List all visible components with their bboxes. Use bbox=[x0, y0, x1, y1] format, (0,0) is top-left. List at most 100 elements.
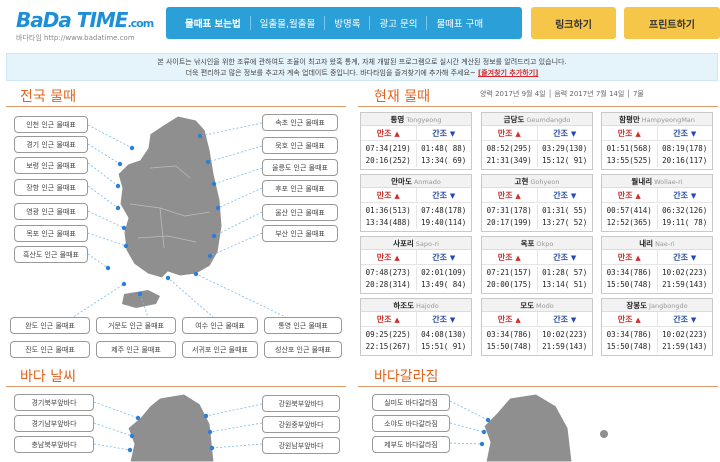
tide-button-ulsan[interactable]: 울산 인근 물때표 bbox=[262, 204, 338, 221]
tide-button-heuksando[interactable]: 흑산도 인근 물때표 bbox=[14, 246, 88, 263]
up-arrow-icon: ▲ bbox=[515, 192, 521, 200]
low-tide-time: 10:02(223) bbox=[662, 268, 708, 277]
tide-row: 13:55(525) 20:16(117) bbox=[602, 155, 712, 167]
low-tide-time: 20:16(117) bbox=[662, 156, 708, 165]
main-nav: 물때표 보는법 일출몰,월출몰 방명록 광고 문의 물때표 구매 bbox=[166, 7, 522, 39]
weather-button-gangwon-north[interactable]: 강원북부앞바다 bbox=[262, 395, 340, 412]
tide-button-janghang[interactable]: 장항 인근 물때표 bbox=[14, 179, 88, 196]
nav-item-guestbook[interactable]: 방명록 bbox=[324, 16, 369, 30]
tide-row: 03:34(786) 10:02(223) bbox=[602, 329, 712, 341]
up-arrow-icon: ▲ bbox=[515, 254, 521, 262]
nav-item-ad-inquiry[interactable]: 광고 문의 bbox=[369, 16, 426, 30]
high-tide-label: 만조 bbox=[497, 191, 513, 200]
tide-location-name: 옥포 bbox=[520, 239, 535, 248]
nav-item-purchase[interactable]: 물때표 구매 bbox=[426, 16, 492, 30]
tide-button-mukho[interactable]: 묵호 인근 물때표 bbox=[262, 137, 338, 154]
tide-location-en: Nae-ri bbox=[655, 240, 675, 248]
tide-card-title: 안마도 Anmado bbox=[361, 175, 471, 188]
tide-card[interactable]: 통영 Tongyeong 만조 ▲ 간조 ▼ 07:34(219) 01:48( 88) 2… bbox=[360, 112, 472, 170]
tide-row: 20:00(175) 13:14( 51) bbox=[482, 279, 592, 291]
low-tide-header: 간조 ▼ bbox=[658, 126, 713, 140]
tide-card[interactable]: 내리 Nae-ri 만조 ▲ 간조 ▼ 03:34(786) 10:02(223) 15:5… bbox=[601, 236, 713, 294]
tide-row: 07:34(219) 01:48( 88) bbox=[361, 143, 471, 155]
tide-row: 09:25(225) 04:08(130) bbox=[361, 329, 471, 341]
low-tide-time: 03:29(130) bbox=[542, 144, 588, 153]
logo-text: BaDa TIME.com bbox=[16, 8, 156, 32]
tide-card[interactable]: 사포리 Sapo-ri 만조 ▲ 간조 ▼ 07:48(273) 02:01(109) 20… bbox=[360, 236, 472, 294]
tide-location-en: Geumdangdo bbox=[526, 116, 571, 124]
tide-card[interactable]: 옥포 Okpo 만조 ▲ 간조 ▼ 07:21(157) 01:28( 57) 20:00(… bbox=[481, 236, 593, 294]
low-tide-time: 21:59(143) bbox=[662, 280, 708, 289]
tide-button-boryeong[interactable]: 보령 인근 물때표 bbox=[14, 157, 88, 174]
logo-domain: .com bbox=[127, 17, 154, 30]
nav-item-how-to-read[interactable]: 물때표 보는법 bbox=[176, 16, 250, 30]
print-button[interactable]: 프린트하기 bbox=[624, 7, 720, 39]
tide-card[interactable]: 하조도 Hajodo 만조 ▲ 간조 ▼ 09:25(225) 04:08(130) 22:… bbox=[360, 298, 472, 356]
tide-button-seogwipo[interactable]: 서귀포 인근 물때표 bbox=[182, 341, 258, 358]
high-tide-header: 만조 ▲ bbox=[602, 312, 658, 326]
tide-card[interactable]: 금당도 Geumdangdo 만조 ▲ 간조 ▼ 08:52(295) 03:29(130… bbox=[481, 112, 593, 170]
tide-card-body: 03:34(786) 10:02(223) 15:50(748) 21:59(143) bbox=[602, 265, 712, 291]
weather-button-gangwon-central[interactable]: 강원중부앞바다 bbox=[262, 416, 340, 433]
nav-item-sunrise[interactable]: 일출몰,월출몰 bbox=[249, 16, 324, 30]
weather-button-chungnam-north[interactable]: 충남북부앞바다 bbox=[14, 436, 94, 453]
up-arrow-icon: ▲ bbox=[394, 192, 400, 200]
tide-card-body: 03:34(786) 10:02(223) 15:50(748) 21:59(143) bbox=[482, 327, 592, 353]
bookmark-link[interactable]: [즐겨찾기 추가하기] bbox=[478, 69, 538, 77]
tide-card[interactable]: 모도 Modo 만조 ▲ 간조 ▼ 03:34(786) 10:02(223) 15:50(… bbox=[481, 298, 593, 356]
tide-button-busan[interactable]: 부산 인근 물때표 bbox=[262, 225, 338, 242]
low-tide-time: 01:48( 88) bbox=[421, 144, 467, 153]
high-tide-label: 만조 bbox=[497, 315, 513, 324]
tide-button-sokcho[interactable]: 속초 인근 물때표 bbox=[262, 114, 338, 131]
logo[interactable]: BaDa TIME.com 바다타임 http://www.badatime.c… bbox=[16, 8, 156, 42]
tide-card[interactable]: 장봉도 Jangbongdo 만조 ▲ 간조 ▼ 03:34(786) 10:02(223… bbox=[601, 298, 713, 356]
weather-button-gyeonggi-north[interactable]: 경기북부앞바다 bbox=[14, 394, 94, 411]
up-arrow-icon: ▲ bbox=[635, 192, 641, 200]
high-tide-time: 03:34(786) bbox=[602, 267, 658, 279]
tide-card[interactable]: 함평만 HampyeongMan 만조 ▲ 간조 ▼ 01:51(568) 08:19(1… bbox=[601, 112, 713, 170]
tide-button-mokpo[interactable]: 목포 인근 물때표 bbox=[14, 225, 88, 242]
high-tide-header: 만조 ▲ bbox=[361, 312, 417, 326]
tide-card-header: 만조 ▲ 간조 ▼ bbox=[482, 312, 592, 327]
high-tide-time: 21:31(349) bbox=[482, 155, 538, 167]
tide-button-ulleungdo[interactable]: 울릉도 인근 물때표 bbox=[262, 159, 338, 176]
tide-card-body: 01:36(513) 07:48(178) 13:34(488) 19:40(114) bbox=[361, 203, 471, 229]
low-tide-time: 19:11( 78) bbox=[662, 218, 708, 227]
tide-card[interactable]: 고현 Gohyeon 만조 ▲ 간조 ▼ 07:31(178) 01:31( 55) 20:… bbox=[481, 174, 593, 232]
low-tide-header: 간조 ▼ bbox=[658, 312, 713, 326]
high-tide-time: 08:52(295) bbox=[482, 143, 538, 155]
low-tide-time: 01:28( 57) bbox=[542, 268, 588, 277]
tide-button-jindo[interactable]: 진도 인근 물때표 bbox=[10, 341, 90, 358]
weather-button-gangwon-south[interactable]: 강원남부앞바다 bbox=[262, 437, 340, 454]
tide-button-seongsanpo[interactable]: 성산포 인근 물때표 bbox=[264, 341, 342, 358]
notice-banner: 본 사이트는 낚시인을 위한 조류에 관하여도 조율이 최고자 왔혹 통계, 자… bbox=[6, 53, 718, 81]
low-tide-time: 15:12( 91) bbox=[542, 156, 588, 165]
high-tide-header: 만조 ▲ bbox=[361, 188, 417, 202]
tide-card[interactable]: 월내리 Wollae-ri 만조 ▲ 간조 ▼ 00:57(414) 06:32(126)… bbox=[601, 174, 713, 232]
tide-card-title: 사포리 Sapo-ri bbox=[361, 237, 471, 250]
tide-button-hupo[interactable]: 후포 인근 물때표 bbox=[262, 180, 338, 197]
high-tide-header: 만조 ▲ bbox=[602, 126, 658, 140]
tide-button-yeosu[interactable]: 여수 인근 물때표 bbox=[182, 317, 258, 334]
high-tide-time: 07:48(273) bbox=[361, 267, 417, 279]
link-button[interactable]: 링크하기 bbox=[531, 7, 616, 39]
tide-row: 07:31(178) 01:31( 55) bbox=[482, 205, 592, 217]
tide-button-tongyeong[interactable]: 통영 인근 물때표 bbox=[264, 317, 342, 334]
parting-button-silmido[interactable]: 실미도 바다갈라짐 bbox=[372, 394, 450, 411]
high-tide-header: 만조 ▲ bbox=[361, 250, 417, 264]
high-tide-header: 만조 ▲ bbox=[361, 126, 417, 140]
tide-row: 01:51(568) 08:19(178) bbox=[602, 143, 712, 155]
tide-card[interactable]: 안마도 Anmado 만조 ▲ 간조 ▼ 01:36(513) 07:48(178) 13:… bbox=[360, 174, 472, 232]
tide-button-gyeonggi[interactable]: 경기 인근 물때표 bbox=[14, 136, 88, 153]
parting-button-jebudo[interactable]: 제부도 바다갈라짐 bbox=[372, 436, 450, 453]
weather-button-gyeonggi-south[interactable]: 경기남부앞바다 bbox=[14, 415, 94, 432]
tide-button-incheon[interactable]: 인천 인근 물때표 bbox=[14, 116, 88, 133]
low-tide-label: 간조 bbox=[432, 253, 448, 262]
tide-button-geomundo[interactable]: 거문도 인근 물때표 bbox=[96, 317, 176, 334]
tide-button-jeju[interactable]: 제주 인근 물때표 bbox=[96, 341, 176, 358]
high-tide-time: 15:50(748) bbox=[482, 341, 538, 353]
tide-button-wando[interactable]: 완도 인근 물때표 bbox=[10, 317, 90, 334]
tide-button-yeonggwang[interactable]: 영광 인근 물때표 bbox=[14, 203, 88, 220]
parting-button-soyado[interactable]: 소야도 바다갈라짐 bbox=[372, 415, 450, 432]
tide-location-name: 장봉도 bbox=[626, 301, 648, 310]
